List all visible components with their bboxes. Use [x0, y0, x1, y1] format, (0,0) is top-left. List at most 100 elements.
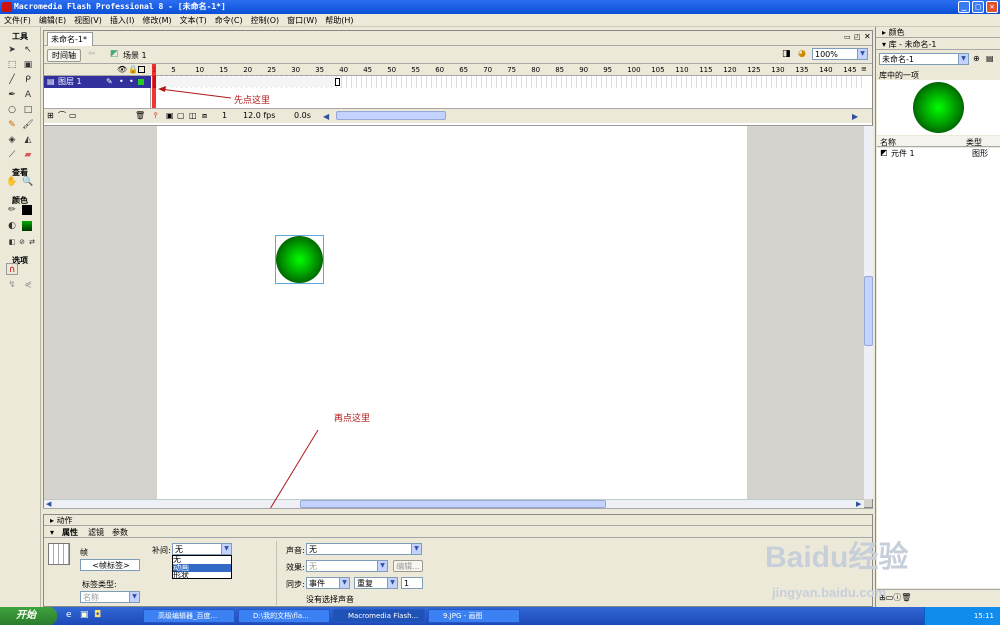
onion-markers-icon[interactable]: ⧈ — [202, 109, 207, 123]
tab-parameters[interactable]: 参数 — [112, 527, 128, 538]
delete-layer-icon[interactable]: 🗑 — [135, 109, 145, 123]
label-type-select[interactable]: 名称 ▼ — [80, 591, 140, 603]
add-guide-icon[interactable]: ⌒ — [58, 109, 66, 123]
ink-bottle-icon[interactable]: ◈ — [6, 134, 18, 146]
task-explorer[interactable]: D:\我的文档\fla... — [238, 609, 330, 623]
menu-insert[interactable]: 插入(I) — [106, 14, 139, 27]
lock-icon[interactable]: 🔒 — [128, 65, 138, 74]
timeline-menu-icon[interactable]: ≡ — [861, 65, 867, 73]
visible-dot[interactable]: • — [119, 76, 124, 88]
actions-panel-header[interactable]: ▸ 动作 — [44, 515, 872, 526]
stage[interactable] — [157, 126, 747, 499]
horizontal-scrollbar[interactable]: ◀ ▶ — [44, 499, 864, 508]
menu-modify[interactable]: 修改(M) — [138, 14, 175, 27]
brush-tool-icon[interactable]: 🖌 — [22, 119, 34, 131]
quicklaunch-desktop-icon[interactable]: ▣ — [80, 610, 89, 620]
outline-swatch[interactable] — [138, 79, 144, 85]
eye-icon[interactable]: 👁 — [117, 65, 127, 74]
eraser-icon[interactable]: ▰ — [22, 149, 34, 161]
smooth-icon[interactable]: ↯ — [6, 279, 18, 291]
tween-select[interactable]: 无 ▼ — [172, 543, 232, 555]
edit-scene-icon[interactable]: ◨ — [782, 49, 791, 59]
vscroll-thumb[interactable] — [864, 276, 873, 346]
menu-file[interactable]: 文件(F) — [0, 14, 35, 27]
effect-select[interactable]: 无 ▼ — [306, 560, 388, 572]
pasteboard[interactable] — [44, 126, 864, 499]
rectangle-tool-icon[interactable]: □ — [22, 104, 34, 116]
repeat-select[interactable]: 重复 ▼ — [354, 577, 398, 589]
maximize-button[interactable]: □ — [972, 1, 984, 13]
pencil-tool-icon[interactable]: ✎ — [6, 119, 18, 131]
library-item[interactable]: ◩ 元件 1 图形 — [877, 148, 992, 158]
start-button[interactable]: 开始 — [0, 607, 57, 625]
quicklaunch-folder-icon[interactable]: ◘ — [94, 610, 101, 620]
green-circle-symbol[interactable] — [276, 236, 323, 283]
column-name[interactable]: 名称 — [880, 137, 896, 148]
tab-properties[interactable]: 属性 — [62, 527, 78, 538]
pen-tool-icon[interactable]: ✒ — [6, 89, 18, 101]
lock-dot[interactable]: • — [129, 76, 134, 88]
menu-edit[interactable]: 编辑(E) — [35, 14, 70, 27]
outline-icon[interactable] — [138, 66, 145, 73]
menu-help[interactable]: 帮助(H) — [321, 14, 357, 27]
center-frame-icon[interactable]: ⫯ — [154, 109, 157, 123]
tab-minimize-icon[interactable]: ▭ — [844, 33, 851, 41]
oval-tool-icon[interactable]: ○ — [6, 104, 18, 116]
stroke-swatch[interactable] — [22, 205, 32, 215]
edit-symbols-icon[interactable]: ◕ — [798, 49, 806, 59]
gradient-transform-icon[interactable]: ▣ — [22, 59, 34, 71]
hand-tool-icon[interactable]: ✋ — [6, 176, 18, 188]
task-browser[interactable]: 高级编辑器_百度... — [143, 609, 235, 623]
add-folder-icon[interactable]: ▭ — [69, 109, 77, 123]
close-button[interactable]: ✕ — [986, 1, 998, 13]
subselection-tool-icon[interactable]: ↖ — [22, 44, 34, 56]
frame-name-input[interactable]: <帧标签> — [80, 559, 140, 571]
color-panel-header[interactable]: ▸ 颜色 — [876, 27, 1000, 38]
menu-text[interactable]: 文本(T) — [176, 14, 211, 27]
menu-control[interactable]: 控制(O) — [247, 14, 284, 27]
add-layer-icon[interactable]: ⊞ — [47, 109, 54, 123]
stroke-color-icon[interactable]: ✏ — [6, 204, 18, 216]
zoom-select[interactable]: 100% ▼ — [812, 48, 868, 60]
sound-select[interactable]: 无 ▼ — [306, 543, 422, 555]
onion-skin-icon[interactable]: ▣ — [166, 109, 174, 123]
back-arrow-icon[interactable]: ⇦ — [88, 49, 96, 59]
layer-row[interactable]: ▤ 图层 1 ✎ • • — [44, 76, 151, 88]
repeat-count-input[interactable]: 1 — [401, 577, 423, 589]
frame-rate[interactable]: 12.0 fps — [243, 109, 275, 123]
pin-library-icon[interactable]: ⊕ — [973, 54, 980, 63]
free-transform-icon[interactable]: ⬚ — [6, 59, 18, 71]
snap-magnet-icon[interactable]: ∩ — [6, 263, 18, 275]
lasso-tool-icon[interactable]: ᑭ — [22, 74, 34, 86]
end-frame[interactable] — [335, 78, 340, 86]
quicklaunch-ie-icon[interactable]: e — [66, 610, 72, 620]
paint-bucket-icon[interactable]: ◭ — [22, 134, 34, 146]
straighten-icon[interactable]: ⋞ — [22, 279, 34, 291]
fill-swatch[interactable] — [22, 221, 32, 231]
hscroll-right-icon[interactable]: ▶ — [856, 500, 861, 508]
zoom-tool-icon[interactable]: 🔍 — [22, 176, 34, 188]
playhead[interactable] — [152, 64, 156, 108]
vertical-scrollbar[interactable] — [864, 126, 873, 499]
menu-commands[interactable]: 命令(C) — [211, 14, 247, 27]
frame-ruler[interactable]: 1510152025303540455055606570758085909510… — [152, 64, 864, 76]
fill-color-icon[interactable]: ◐ — [6, 220, 18, 232]
hscroll-left-icon[interactable]: ◀ — [46, 500, 51, 508]
edit-multiple-icon[interactable]: ◫ — [189, 109, 197, 123]
swap-colors-icon[interactable]: ⇄ — [26, 236, 38, 248]
minimize-button[interactable]: _ — [958, 1, 970, 13]
tab-filters[interactable]: 滤镜 — [88, 527, 104, 538]
tab-restore-icon[interactable]: ◰ — [854, 33, 861, 41]
hscroll-thumb[interactable] — [300, 500, 606, 508]
edit-sound-button[interactable]: 编辑... — [393, 560, 423, 572]
tween-dropdown-list[interactable]: 无 动画 形状 — [172, 555, 232, 580]
timeline-scroll-thumb[interactable] — [336, 111, 446, 120]
sync-select[interactable]: 事件 ▼ — [306, 577, 350, 589]
new-library-icon[interactable]: ▤ — [986, 54, 994, 63]
line-tool-icon[interactable]: ╱ — [6, 74, 18, 86]
document-tab[interactable]: 未命名-1* — [47, 32, 93, 46]
selection-tool-icon[interactable]: ➤ — [6, 44, 18, 56]
library-panel-header[interactable]: ▾ 库 - 未命名-1 — [876, 39, 1000, 50]
column-type[interactable]: 类型 — [966, 137, 982, 148]
delete-icon[interactable]: 🗑 — [901, 593, 911, 602]
